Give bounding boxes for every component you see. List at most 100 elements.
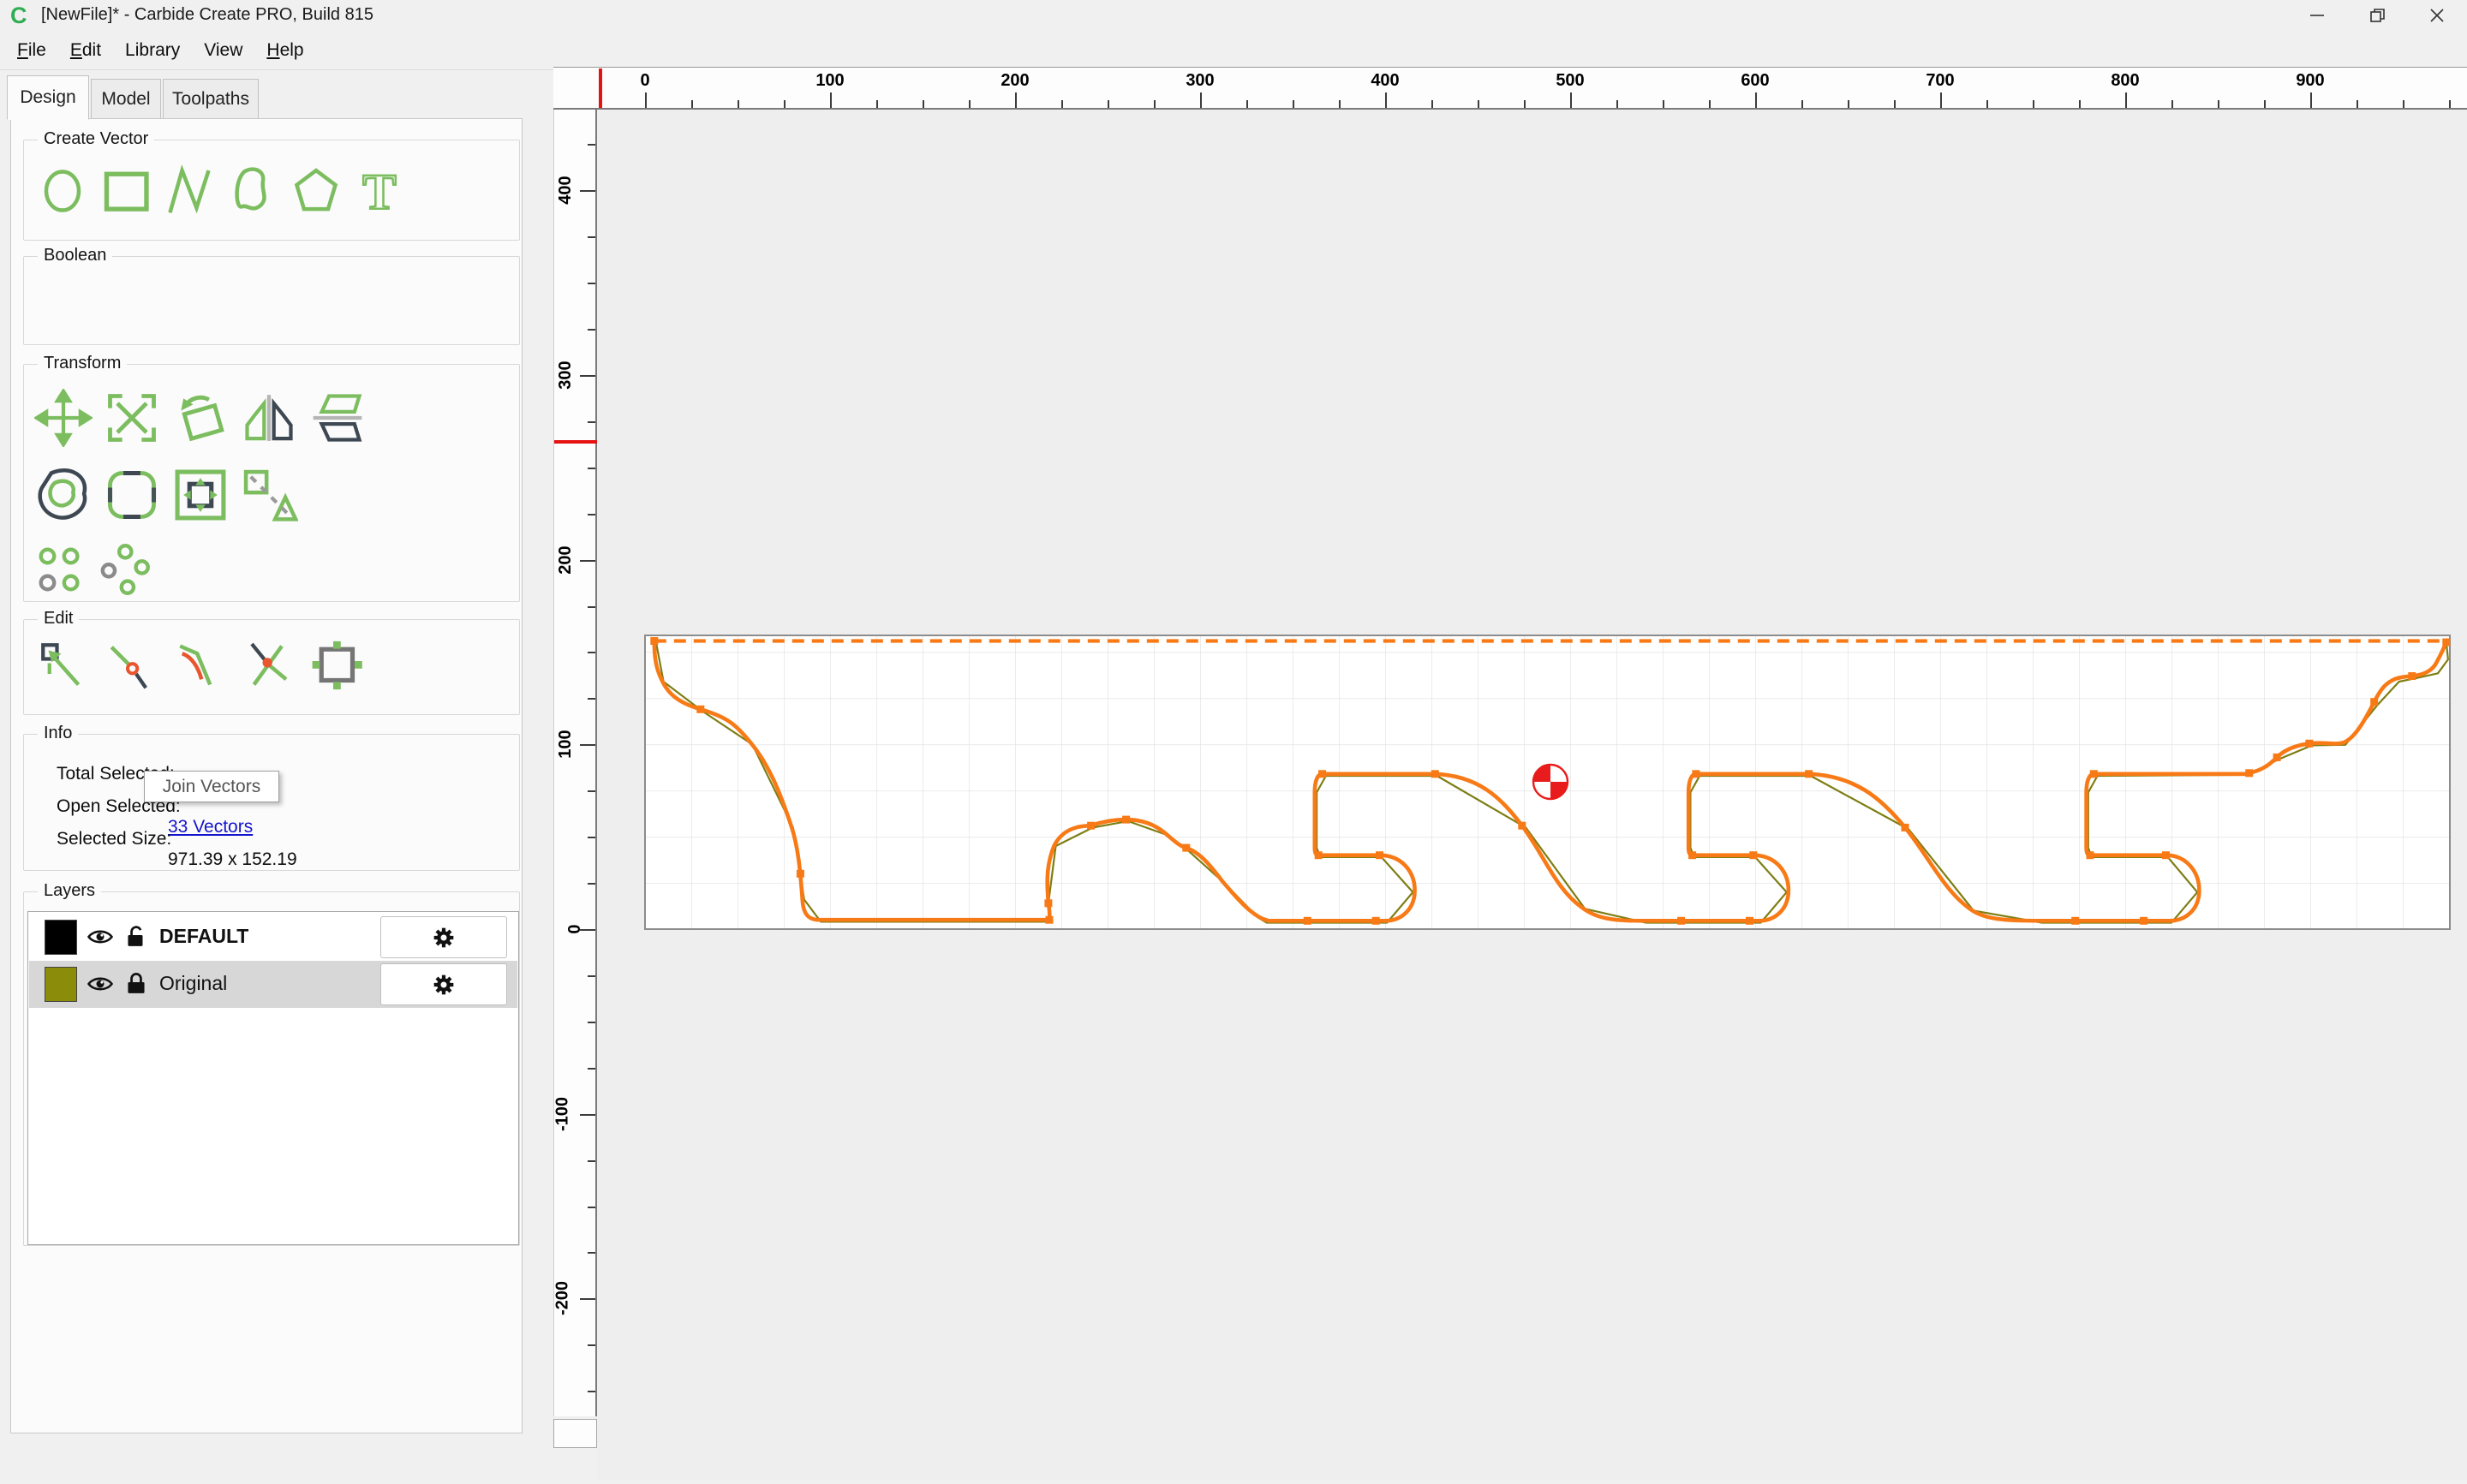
vector-node[interactable] — [2305, 739, 2314, 748]
vector-node[interactable] — [1314, 851, 1323, 860]
align-button[interactable] — [34, 543, 87, 596]
menu-item-library[interactable]: Library — [113, 40, 192, 61]
h-ruler-tick — [738, 100, 739, 108]
vector-node[interactable] — [1518, 821, 1526, 830]
layer-lock-toggle[interactable] — [123, 968, 149, 1004]
canvas-svg — [644, 635, 2451, 930]
round-corners-button[interactable] — [103, 466, 161, 524]
distribute-button[interactable] — [98, 543, 151, 596]
tab-toolpaths[interactable]: Toolpaths — [163, 79, 259, 120]
resize-selection-button[interactable] — [312, 639, 363, 692]
vector-node[interactable] — [2071, 916, 2080, 925]
vector-node[interactable] — [696, 705, 705, 713]
h-ruler-label: 600 — [1741, 71, 1770, 90]
distribute-icon — [100, 544, 150, 595]
vector-node[interactable] — [1122, 815, 1131, 824]
vector-node[interactable] — [1087, 821, 1096, 830]
restore-button[interactable] — [2347, 0, 2407, 31]
flip-button[interactable] — [308, 389, 367, 447]
h-ruler-tick — [784, 100, 785, 108]
vector-node[interactable] — [1045, 915, 1054, 924]
scale-button[interactable] — [103, 389, 161, 447]
vector-node[interactable] — [2089, 770, 2098, 778]
offset-button[interactable] — [34, 466, 93, 524]
tab-design[interactable]: Design — [7, 75, 89, 120]
menu-item-help[interactable]: Help — [254, 40, 315, 61]
inset-button[interactable] — [171, 466, 230, 524]
design-canvas[interactable] — [597, 110, 2467, 1480]
vector-node[interactable] — [650, 637, 659, 645]
rotate-button[interactable] — [171, 389, 230, 447]
h-ruler-tick — [1940, 92, 1942, 108]
layer-settings-button[interactable] — [380, 916, 507, 958]
vector-node[interactable] — [1746, 916, 1753, 925]
vector-node[interactable] — [1677, 916, 1686, 925]
vector-node[interactable] — [1805, 770, 1813, 778]
join-vectors-button[interactable] — [243, 639, 295, 692]
move-icon — [34, 389, 93, 447]
offset-icon — [38, 468, 87, 520]
vector-node[interactable] — [1044, 899, 1053, 908]
create-rectangle-button[interactable] — [99, 163, 152, 219]
v-ruler-label: 100 — [555, 730, 575, 759]
create-circle-button[interactable] — [36, 163, 89, 219]
menu-item-file[interactable]: File — [5, 40, 58, 61]
create-polygon-button[interactable] — [290, 163, 343, 219]
vector-node[interactable] — [2273, 753, 2281, 761]
create-text-button[interactable]: T — [353, 163, 406, 219]
vertical-ruler-indicator — [554, 440, 597, 444]
vector-node[interactable] — [1688, 851, 1697, 860]
vector-node[interactable] — [1901, 823, 1909, 831]
layer-settings-button[interactable] — [380, 963, 507, 1005]
minimize-button[interactable] — [2287, 0, 2347, 31]
vector-node[interactable] — [1692, 770, 1700, 778]
h-ruler-tick — [691, 100, 693, 108]
vector-node[interactable] — [1371, 916, 1380, 925]
layer-row-default[interactable]: DEFAULT — [29, 914, 517, 961]
close-button[interactable] — [2407, 0, 2467, 31]
layer-visibility-toggle[interactable] — [86, 971, 115, 1001]
vector-node[interactable] — [2162, 851, 2170, 860]
h-ruler-tick — [1154, 100, 1156, 108]
trim-vectors-icon — [110, 646, 147, 689]
v-ruler-label: 200 — [555, 545, 575, 575]
move-button[interactable] — [34, 389, 93, 447]
layers-label: Layers — [38, 881, 102, 901]
vector-node[interactable] — [1303, 916, 1311, 925]
mirror-button[interactable] — [240, 389, 298, 447]
h-ruler-tick — [1986, 100, 1988, 108]
layer-color-swatch[interactable] — [45, 967, 77, 1002]
h-ruler-tick — [1848, 100, 1849, 108]
create-polyline-button[interactable] — [163, 163, 216, 219]
curve-fit-button[interactable] — [175, 639, 226, 692]
vector-node[interactable] — [2140, 916, 2148, 925]
trim-shapes-button[interactable] — [240, 466, 298, 524]
menu-item-view[interactable]: View — [192, 40, 254, 61]
vector-node[interactable] — [1749, 851, 1758, 860]
tab-model[interactable]: Model — [91, 79, 161, 120]
layer-row-original[interactable]: Original — [29, 961, 517, 1008]
h-ruler-tick — [1339, 100, 1341, 108]
vector-node[interactable] — [2245, 769, 2254, 778]
trim-vectors-button[interactable] — [106, 639, 158, 692]
node-edit-button[interactable] — [38, 639, 89, 692]
menu-item-edit[interactable]: Edit — [58, 40, 113, 61]
layer-name: DEFAULT — [159, 925, 249, 947]
vector-node[interactable] — [1431, 770, 1439, 778]
info-row-2: Selected Size: 971.39 x 152.19 — [57, 829, 502, 869]
layer-color-swatch[interactable] — [45, 920, 77, 955]
vector-node[interactable] — [2370, 698, 2379, 706]
vector-node[interactable] — [2086, 851, 2094, 860]
vector-node[interactable] — [1182, 843, 1191, 852]
vector-node[interactable] — [1376, 851, 1383, 860]
vector-node[interactable] — [1318, 770, 1327, 778]
layer-lock-toggle[interactable] — [123, 921, 149, 957]
layer-name: Original — [159, 972, 228, 994]
vector-node[interactable] — [2408, 672, 2416, 680]
v-ruler-tick — [588, 420, 595, 423]
layer-visibility-toggle[interactable] — [86, 924, 115, 954]
close-icon — [2430, 9, 2444, 22]
create-curve-button[interactable] — [226, 163, 279, 219]
vector-node[interactable] — [796, 869, 804, 878]
vector-node[interactable] — [2442, 638, 2451, 647]
